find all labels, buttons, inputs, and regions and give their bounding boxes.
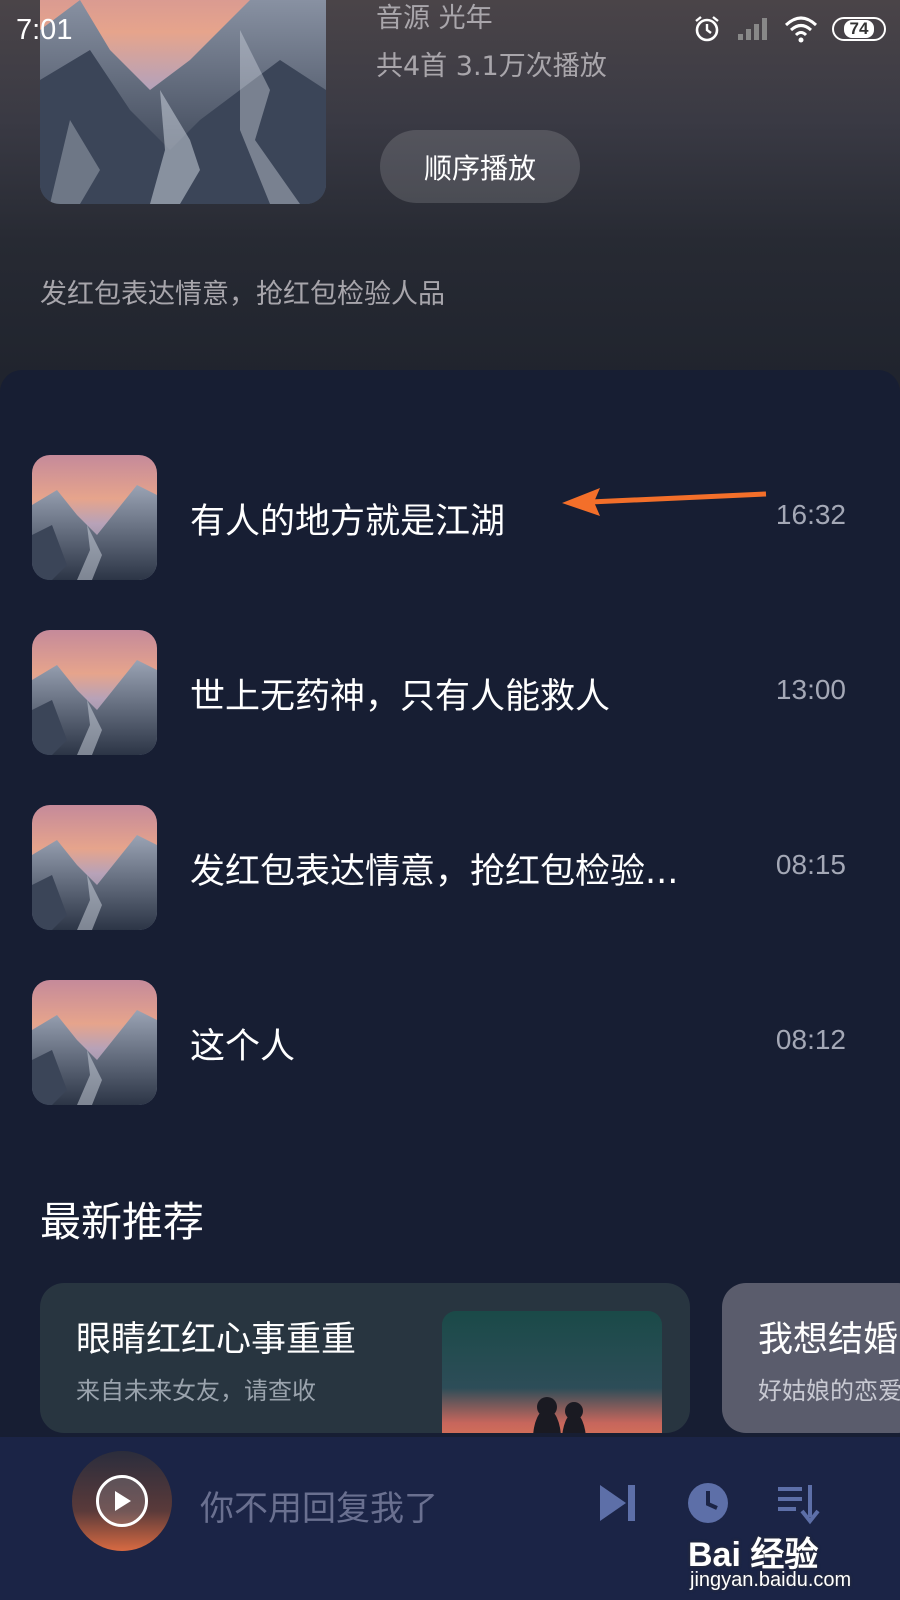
track-duration: 13:00 <box>775 674 846 705</box>
album-source: 音源 光年 <box>376 3 493 34</box>
battery-level: 74 <box>843 20 875 38</box>
now-playing-title: 你不用回复我了 <box>200 1489 438 1529</box>
play-order-button[interactable]: 顺序播放 <box>380 130 580 203</box>
next-track-icon[interactable] <box>596 1481 640 1525</box>
alarm-icon <box>695 16 719 42</box>
track-duration: 08:15 <box>775 849 846 880</box>
timer-icon[interactable] <box>686 1481 730 1525</box>
track-title: 这个人 <box>190 1027 296 1067</box>
track-title: 发红包表达情意，抢红包检验... <box>190 852 679 892</box>
status-icons: 74 <box>692 14 886 44</box>
track-row[interactable]: 世上无药神，只有人能救人 13:00 <box>0 630 900 756</box>
track-title: 世上无药神，只有人能救人 <box>190 677 611 717</box>
recommend-card-title: 我想结婚 <box>758 1320 899 1360</box>
recommend-card-subtitle: 来自未来女友，请查收 <box>76 1377 316 1405</box>
play-icon[interactable] <box>96 1475 148 1527</box>
signal-icon <box>738 18 767 40</box>
recommend-card[interactable]: 我想结婚 好姑娘的恋爱 <box>722 1283 900 1433</box>
now-playing-cover[interactable] <box>72 1451 172 1551</box>
track-thumbnail <box>32 630 157 755</box>
watermark-url: jingyan.baidu.com <box>690 1569 852 1591</box>
album-description: 发红包表达情意，抢红包检验人品 <box>40 279 445 310</box>
album-header: 7:01 74 音源 光年 共4首 3.1万次播放 顺序播放 发红包表达情意，抢… <box>0 0 900 400</box>
track-thumbnail <box>32 980 157 1105</box>
section-title-recommend: 最新推荐 <box>40 1198 204 1246</box>
track-duration: 16:32 <box>775 499 846 530</box>
recommend-card[interactable]: 眼睛红红心事重重 来自未来女友，请查收 <box>40 1283 690 1433</box>
playlist-icon[interactable] <box>776 1481 820 1525</box>
annotation-arrow-icon <box>562 488 767 516</box>
track-row[interactable]: 这个人 08:12 <box>0 980 900 1106</box>
album-stats: 共4首 3.1万次播放 <box>376 51 607 82</box>
track-row[interactable]: 发红包表达情意，抢红包检验... 08:15 <box>0 805 900 931</box>
recommend-card-image <box>442 1311 662 1433</box>
battery-icon: 74 <box>832 17 886 41</box>
wifi-icon <box>784 16 818 43</box>
recommend-card-title: 眼睛红红心事重重 <box>76 1320 357 1360</box>
status-time: 7:01 <box>16 14 73 46</box>
track-thumbnail <box>32 455 157 580</box>
recommend-card-subtitle: 好姑娘的恋爱 <box>758 1377 900 1405</box>
track-duration: 08:12 <box>775 1024 846 1055</box>
track-thumbnail <box>32 805 157 930</box>
baidu-jingyan-watermark: Bai 经验 jingyan.baidu.com <box>688 1527 888 1597</box>
